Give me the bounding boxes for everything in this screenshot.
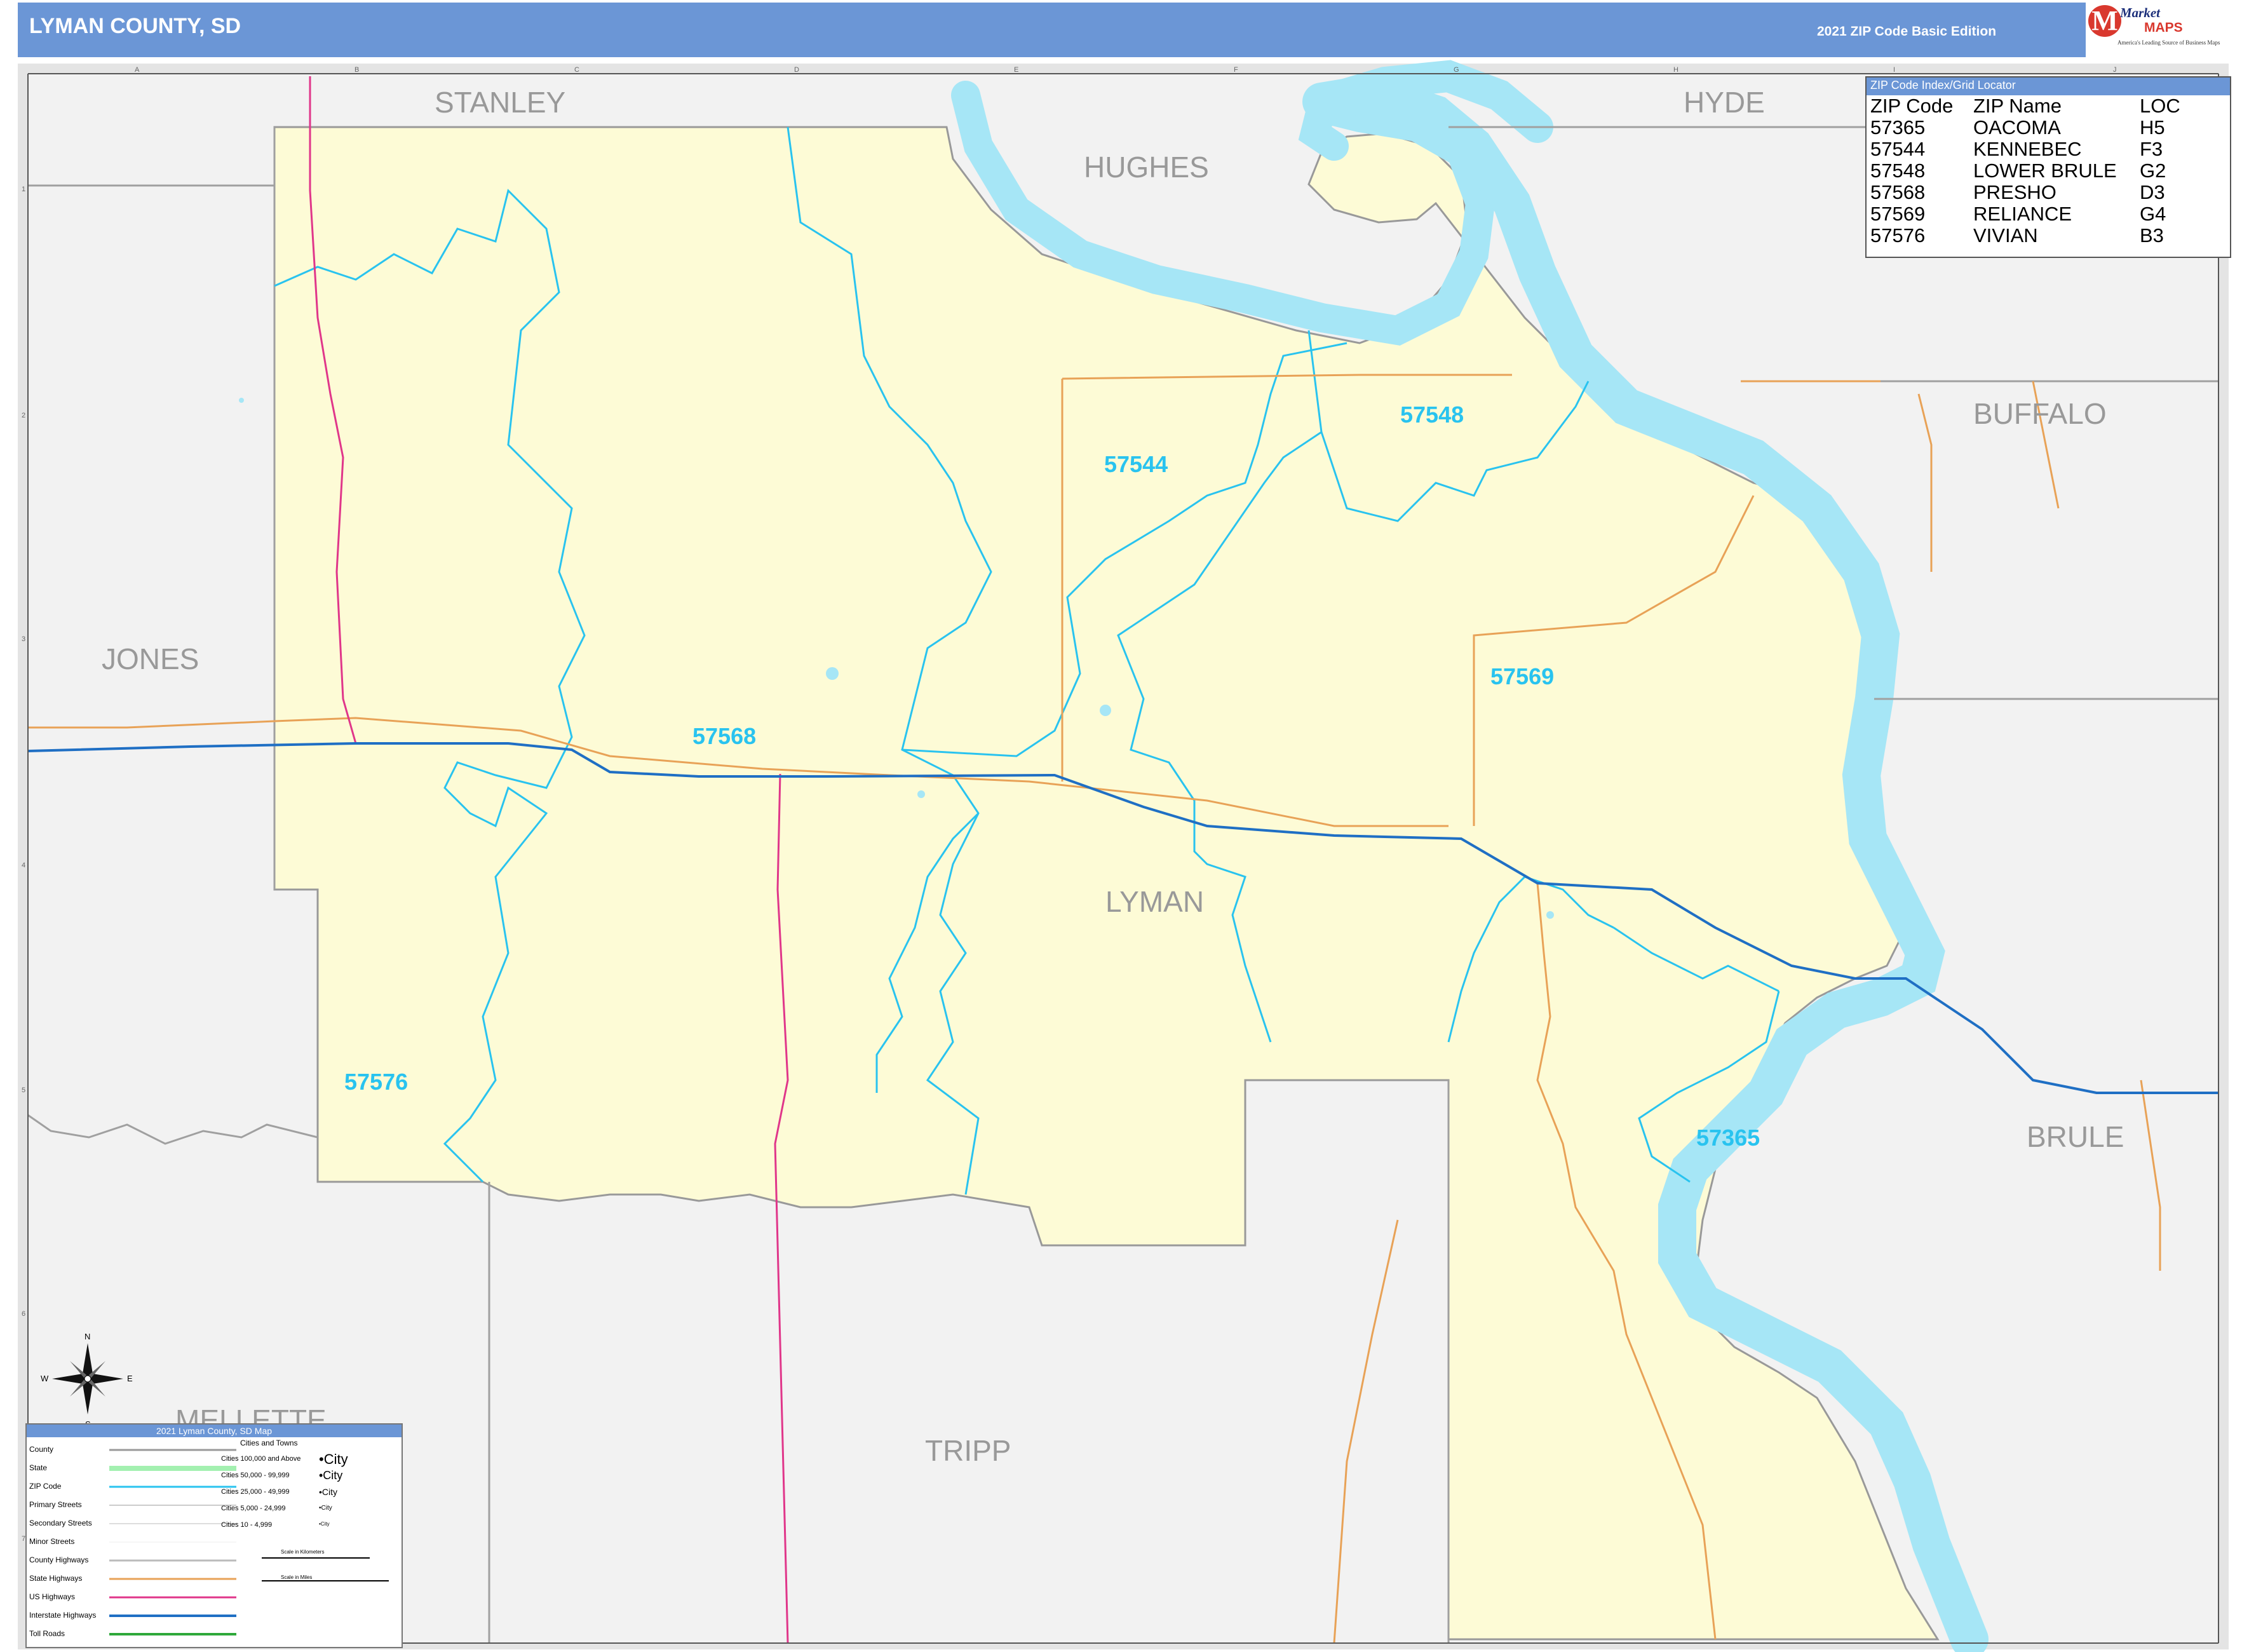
legend-zip: ZIP Code <box>29 1482 62 1491</box>
grid-col: A <box>135 66 140 74</box>
loc-cell: H5 <box>2140 116 2165 139</box>
legend-state-hwy: State Highways <box>29 1574 83 1583</box>
legend-primary: Primary Streets <box>29 1500 82 1509</box>
legend-toll: Toll Roads <box>29 1629 65 1638</box>
grid-row: 2 <box>22 412 26 419</box>
legend-cities-header: Cities and Towns <box>240 1439 298 1447</box>
loc-cell: F3 <box>2140 138 2163 160</box>
legend-state: State <box>29 1463 48 1472</box>
legend-minor: Minor Streets <box>29 1537 75 1546</box>
zip-label-57544: 57544 <box>1104 451 1168 477</box>
table-row[interactable]: 57568 PRESHO D3 <box>1867 182 2184 203</box>
zip-index-panel: ZIP Code Index/Grid Locator ZIP Code ZIP… <box>1865 76 2231 258</box>
county-label-hyde: HYDE <box>1684 86 1765 119</box>
grid-row: 6 <box>22 1310 26 1318</box>
county-label-jones: JONES <box>102 642 199 675</box>
compass-west: W <box>41 1374 49 1383</box>
loc-cell: G2 <box>2140 159 2166 182</box>
table-row[interactable]: 57576 VIVIAN B3 <box>1867 225 2184 247</box>
table-header-row: ZIP Code ZIP Name LOC <box>1867 95 2184 117</box>
grid-row: 4 <box>22 862 26 869</box>
zip-label-57365: 57365 <box>1696 1125 1760 1151</box>
zip-label-57576: 57576 <box>344 1069 409 1095</box>
table-row[interactable]: 57548 LOWER BRULE G2 <box>1867 160 2184 182</box>
grid-col: E <box>1014 66 1019 74</box>
zip-label-57548: 57548 <box>1400 402 1464 428</box>
grid-col: J <box>2113 66 2117 74</box>
county-label-tripp: TRIPP <box>925 1434 1011 1467</box>
name-cell: PRESHO <box>1973 181 2056 203</box>
legend-city-range: Cities 50,000 - 99,999 <box>221 1472 290 1479</box>
table-row[interactable]: 57365 OACOMA H5 <box>1867 117 2184 139</box>
legend-secondary: Secondary Streets <box>29 1519 92 1527</box>
grid-col: C <box>574 66 579 74</box>
compass-east: E <box>127 1374 133 1383</box>
grid-col: H <box>1673 66 1678 74</box>
zip-index-title: ZIP Code Index/Grid Locator <box>1867 78 2230 95</box>
county-label-hughes: HUGHES <box>1084 151 1209 184</box>
grid-row: 3 <box>22 635 26 643</box>
county-label-lyman: LYMAN <box>1105 885 1205 918</box>
legend-city-sample: •City <box>319 1469 343 1482</box>
name-cell: VIVIAN <box>1973 224 2038 247</box>
loc-cell: G4 <box>2140 203 2166 225</box>
legend-city-sample: •City <box>319 1451 348 1467</box>
zip-cell: 57568 <box>1870 181 1926 203</box>
loc-cell: D3 <box>2140 181 2165 203</box>
legend-interstate: Interstate Highways <box>29 1611 97 1620</box>
compass-north: N <box>84 1332 91 1341</box>
column-header: ZIP Name <box>1973 95 2062 117</box>
legend-scale-bars <box>262 1557 389 1581</box>
table-row[interactable]: 57544 KENNEBEC F3 <box>1867 139 2184 160</box>
legend-city-sample: •City <box>319 1521 330 1527</box>
legend-city-range: Cities 5,000 - 24,999 <box>221 1505 286 1512</box>
legend-city-range: Cities 10 - 4,999 <box>221 1521 273 1529</box>
legend-city-sample: •City <box>319 1505 332 1512</box>
legend-us-hwy: US Highways <box>29 1592 76 1601</box>
zip-label-57568: 57568 <box>692 723 757 749</box>
grid-row: 5 <box>22 1087 26 1094</box>
zip-index-table: ZIP Code ZIP Name LOC 57365 OACOMA H5 5754… <box>1867 95 2184 247</box>
grid-col: D <box>794 66 799 74</box>
grid-col: F <box>1234 66 1238 74</box>
legend-county-hwy: County Highways <box>29 1555 89 1564</box>
grid-col: B <box>355 66 360 74</box>
legend-county: County <box>29 1445 54 1454</box>
zip-cell: 57576 <box>1870 224 1926 247</box>
county-label-stanley: STANLEY <box>435 86 566 119</box>
grid-row: 1 <box>22 186 26 193</box>
name-cell: OACOMA <box>1973 116 2061 139</box>
name-cell: LOWER BRULE <box>1973 159 2117 182</box>
legend-city-range: Cities 25,000 - 49,999 <box>221 1488 290 1496</box>
zip-cell: 57548 <box>1870 159 1926 182</box>
legend-title: 2021 Lyman County, SD Map <box>27 1425 402 1437</box>
loc-cell: B3 <box>2140 224 2164 247</box>
legend-city-range: Cities 100,000 and Above <box>221 1455 301 1463</box>
zip-cell: 57365 <box>1870 116 1926 139</box>
county-label-brule: BRULE <box>2027 1120 2124 1153</box>
table-row[interactable]: 57569 RELIANCE G4 <box>1867 203 2184 225</box>
legend-city-sample: •City <box>319 1487 338 1497</box>
legend-scale-km: Scale in Kilometers <box>281 1549 325 1555</box>
county-label-buffalo: BUFFALO <box>1973 397 2107 430</box>
name-cell: KENNEBEC <box>1973 138 2082 160</box>
grid-col: G <box>1454 66 1459 74</box>
map-legend: 2021 Lyman County, SD Map County State Z… <box>25 1423 403 1648</box>
zip-label-57569: 57569 <box>1490 663 1555 689</box>
grid-col: I <box>1893 66 1896 74</box>
zip-cell: 57569 <box>1870 203 1926 225</box>
name-cell: RELIANCE <box>1973 203 2072 225</box>
zip-cell: 57544 <box>1870 138 1926 160</box>
column-header: ZIP Code <box>1870 95 1954 117</box>
column-header: LOC <box>2140 95 2180 117</box>
